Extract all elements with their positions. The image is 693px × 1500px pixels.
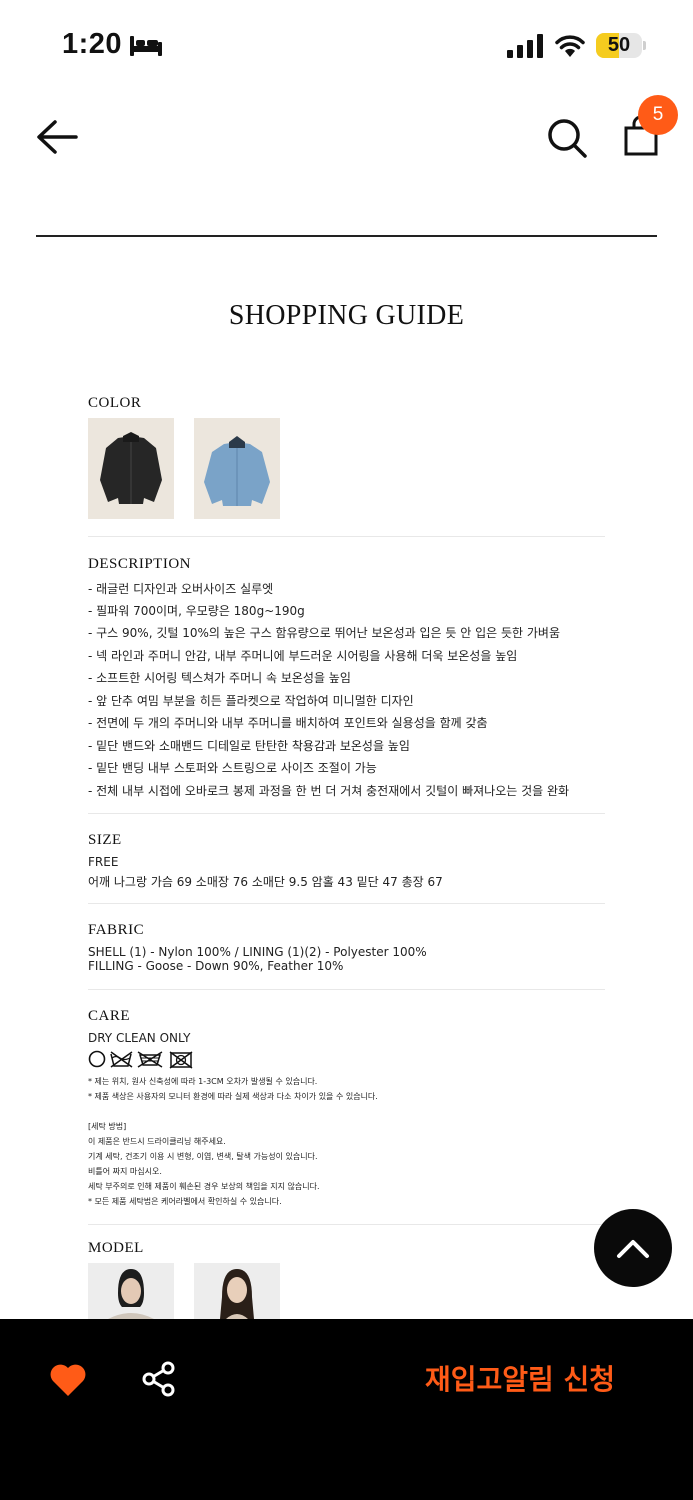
heart-icon[interactable] [48, 1360, 88, 1398]
section-divider [88, 989, 605, 990]
search-icon[interactable] [545, 116, 589, 160]
chevron-up-icon [617, 1240, 649, 1258]
wash-method-line: 기계 세탁, 건조기 이용 시 변형, 이염, 변색, 탈색 가능성이 있습니다… [88, 1152, 318, 1161]
description-section-title: DESCRIPTION [88, 556, 192, 572]
description-line: - 밑단 밴드와 소매밴드 디테일로 탄탄한 착용감과 보온성을 높임 [88, 739, 410, 753]
no-wring-icon [169, 1051, 193, 1069]
wash-method-line: 세탁 부주의로 인해 제품이 훼손된 경우 보상의 책임을 지지 않습니다. [88, 1182, 320, 1191]
battery-level: 50 [607, 34, 631, 56]
description-line: - 넥 라인과 주머니 안감, 내부 주머니에 부드러운 시어링을 사용해 더욱… [88, 649, 518, 663]
description-line: - 앞 단추 여밈 부분을 히든 플라켓으로 작업하여 미니멀한 디자인 [88, 694, 414, 708]
no-tumble-dry-icon [137, 1051, 163, 1068]
header-divider [36, 235, 657, 237]
wash-method-line: * 모든 제품 세탁법은 케어라벨에서 확인하실 수 있습니다. [88, 1197, 282, 1206]
description-line: - 래글런 디자인과 오버사이즈 실루엣 [88, 582, 274, 596]
section-divider [88, 1224, 605, 1225]
battery-icon: 50 [596, 33, 646, 58]
color-section-title: COLOR [88, 395, 142, 411]
scroll-to-top-button[interactable] [594, 1209, 672, 1287]
section-divider [88, 903, 605, 904]
bottom-action-bar [0, 1319, 693, 1500]
description-line: - 필파워 700이며, 우모량은 180g~190g [88, 604, 305, 618]
section-divider [88, 536, 605, 537]
wifi-icon [555, 35, 585, 57]
description-line: - 전체 내부 시접에 오바로크 봉제 과정을 한 번 더 거쳐 충전재에서 깃… [88, 784, 570, 798]
model-section-title: MODEL [88, 1240, 144, 1256]
wash-method-title: [세탁 방법] [88, 1122, 127, 1131]
fabric-filling: FILLING - Goose - Down 90%, Feather 10% [88, 959, 344, 973]
care-section-title: CARE [88, 1008, 131, 1024]
care-symbols [88, 1050, 193, 1069]
share-icon[interactable] [141, 1361, 177, 1397]
status-time: 1:20 [62, 28, 123, 60]
bed-icon [130, 36, 162, 56]
page-title: SHOPPING GUIDE [228, 300, 465, 331]
no-wash-icon [110, 1051, 133, 1068]
back-arrow-icon[interactable] [34, 116, 80, 158]
status-bar: 1:20 50 [0, 0, 693, 92]
restock-notification-button[interactable]: 재입고알림 신청 [400, 1355, 640, 1405]
description-line: - 구스 90%, 깃털 10%의 높은 구스 함유량으로 뛰어난 보온성과 입… [88, 626, 560, 640]
size-section-title: SIZE [88, 832, 122, 848]
description-line: - 소프트한 시어링 텍스쳐가 주머니 속 보온성을 높임 [88, 671, 351, 685]
model-photo-1[interactable] [88, 1263, 174, 1319]
care-note: * 제품 색상은 사용자의 모니터 환경에 따라 실제 색상과 다소 차이가 있… [88, 1092, 378, 1101]
cellular-signal-icon [507, 34, 543, 58]
model-photo-2[interactable] [194, 1263, 280, 1319]
section-divider [88, 813, 605, 814]
care-instruction: DRY CLEAN ONLY [88, 1031, 191, 1045]
description-line: - 밑단 밴딩 내부 스토퍼와 스트링으로 사이즈 조절이 가능 [88, 761, 377, 775]
description-line: - 전면에 두 개의 주머니와 내부 주머니를 배치하여 포인트와 실용성을 함… [88, 716, 488, 730]
color-swatch-black[interactable] [88, 418, 174, 519]
size-measurements: 어깨 나그랑 가슴 69 소매장 76 소매단 9.5 암홀 43 밑단 47 … [88, 875, 443, 889]
wash-method-line: 비틀어 짜지 마십시오. [88, 1167, 162, 1176]
size-name: FREE [88, 855, 119, 869]
wash-method-line: 이 제품은 반드시 드라이클리닝 해주세요. [88, 1137, 226, 1146]
color-swatch-light-blue[interactable] [194, 418, 280, 519]
care-note: * 제는 위치, 원사 신축성에 따라 1-3CM 오차가 발생될 수 있습니다… [88, 1077, 318, 1086]
dry-clean-icon [88, 1050, 106, 1068]
fabric-shell-lining: SHELL (1) - Nylon 100% / LINING (1)(2) -… [88, 945, 427, 959]
cart-count-badge: 5 [638, 95, 678, 135]
fabric-section-title: FABRIC [88, 922, 145, 938]
